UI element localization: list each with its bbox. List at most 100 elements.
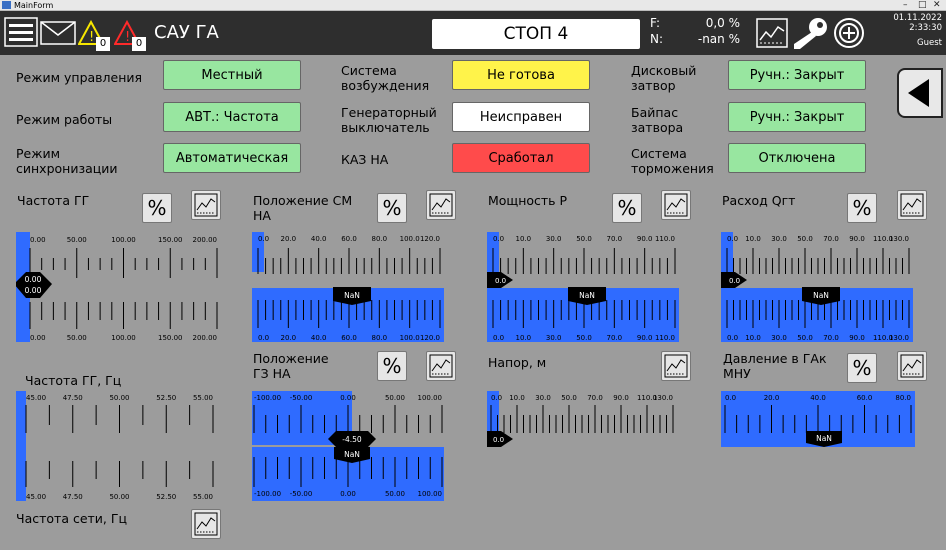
maximize-icon[interactable]: □: [918, 0, 927, 10]
tick-label: 10.0: [516, 334, 532, 342]
tick-label: 100.00: [418, 490, 443, 498]
trend-icon[interactable]: [756, 18, 788, 48]
back-arrow-icon: [908, 79, 929, 107]
gauge-head: 0.0 10.0 30.0 50.0 70.0 90.0 110.0130.00.0: [487, 391, 674, 447]
percent-button-freq-gg[interactable]: %: [142, 193, 172, 223]
tick-label: 50.0: [561, 394, 577, 402]
trend-icon: [429, 354, 453, 378]
trend-button-grid-freq[interactable]: [191, 509, 221, 539]
tick-label: 47.50: [63, 493, 83, 501]
value-operation-mode[interactable]: АВТ.: Частота: [163, 102, 301, 132]
percent-button-pressure[interactable]: %: [847, 353, 877, 383]
value-excitation[interactable]: Не готова: [452, 60, 590, 90]
tick-label: 50.0: [576, 334, 592, 342]
value-top-label: 0.00: [25, 275, 42, 284]
label-disk-gate: Дисковый затвор: [631, 63, 697, 93]
tick-label: 130.0: [653, 394, 673, 402]
tick-label: 10.0: [509, 394, 525, 402]
tick-label: 0.0: [725, 394, 736, 402]
value-gen-breaker[interactable]: Неисправен: [452, 102, 590, 132]
trend-icon: [194, 512, 218, 536]
trend-button-flow[interactable]: [897, 190, 927, 220]
value-top-label: -4.50: [342, 435, 362, 444]
tick-label: 30.0: [535, 394, 551, 402]
tick-label: 100.00: [418, 394, 443, 402]
trend-icon-line: [902, 198, 922, 211]
menu-icon[interactable]: [4, 17, 38, 47]
trend-button-power[interactable]: [661, 190, 691, 220]
trend-button-head[interactable]: [661, 351, 691, 381]
percent-button-pos-sm[interactable]: %: [377, 193, 407, 223]
app-title: САУ ГА: [154, 22, 219, 43]
value-braking[interactable]: Отключена: [728, 143, 866, 173]
percent-button-flow[interactable]: %: [847, 193, 877, 223]
tick-label: 10.0: [516, 235, 532, 243]
tick-label: 110.0: [655, 334, 675, 342]
close-icon[interactable]: ✕: [933, 0, 941, 10]
label-bypass: Байпас затвора: [631, 105, 684, 135]
value-label: 0.0: [493, 436, 504, 444]
trend-icon-line: [666, 198, 686, 211]
tick-label: 80.0: [372, 334, 388, 342]
n-label: N:: [650, 32, 664, 46]
value-pointer-label: NaN: [344, 450, 360, 459]
value-pointer-label: NaN: [579, 291, 595, 300]
percent-button-power[interactable]: %: [612, 193, 642, 223]
title-freq-gg: Частота ГГ: [17, 193, 90, 208]
value-bypass[interactable]: Ручн.: Закрыт: [728, 102, 866, 132]
trend-icon-line: [666, 359, 686, 372]
value-disk-gate[interactable]: Ручн.: Закрыт: [728, 60, 866, 90]
tick-label: 40.0: [311, 334, 327, 342]
trend-button-pos-sm[interactable]: [426, 190, 456, 220]
title-freq-gg-hz: Частота ГГ, Гц: [25, 373, 122, 388]
tick-label: 50.00: [385, 394, 405, 402]
tick-label: 60.0: [857, 394, 873, 402]
back-button[interactable]: [897, 68, 943, 118]
tick-label: 70.0: [587, 394, 603, 402]
title-flow: Расход Qгт: [722, 193, 796, 208]
tick-label: 20.0: [764, 394, 780, 402]
value-control-mode[interactable]: Местный: [163, 60, 301, 90]
tick-label: 120.0: [420, 334, 440, 342]
gauge-flow: 0.0 10.0 30.0 50.0 70.0 90.0 110.0130.00.0 10.0…: [721, 232, 913, 342]
gauge-freq-gg-hz: 45.00 47.50 50.00 52.50 55.00 45.00 47.50 50.00…: [16, 391, 214, 501]
tick-label: 70.0: [823, 235, 839, 243]
trend-icon-line: [196, 517, 216, 530]
trend-icon: [194, 193, 218, 217]
tick-label: 100.00: [111, 334, 136, 342]
key-icon[interactable]: [790, 16, 830, 50]
tick-label: 40.0: [311, 235, 327, 243]
trend-button-pressure[interactable]: [897, 351, 927, 381]
tick-label: 30.0: [546, 334, 562, 342]
mail-icon[interactable]: [40, 21, 76, 45]
window-title: MainForm: [14, 1, 54, 10]
trend-button-pos-gz[interactable]: [426, 351, 456, 381]
tick-label: 50.00: [109, 493, 129, 501]
tick-label: 20.0: [281, 235, 297, 243]
tick-label: 0.0: [258, 334, 269, 342]
tick-label: 50.00: [67, 334, 87, 342]
value-sync-mode[interactable]: Автоматическая: [163, 143, 301, 173]
trend-button-freq-gg[interactable]: [191, 190, 221, 220]
minimize-icon[interactable]: –: [903, 0, 908, 10]
tick-label: 90.0: [613, 394, 629, 402]
gauge-freq-gg: 0.00 50.00 100.00 150.00 200.00 0.00 50.00 100.…: [16, 232, 218, 342]
app-icon: [2, 1, 11, 9]
percent-button-pos-gz[interactable]: %: [377, 351, 407, 381]
gauge-pos-sm: 0.0 20.0 40.0 60.0 80.0 100.0 120.00.0 20.0 40.0…: [252, 232, 444, 342]
tick-label: 0.0: [727, 235, 738, 243]
trend-icon: [429, 193, 453, 217]
tick-label: 130.0: [889, 235, 909, 243]
logo-icon: [834, 18, 864, 48]
value-kaz[interactable]: Сработал: [452, 143, 590, 173]
value-pointer-label: NaN: [813, 291, 829, 300]
tick-label: 47.50: [63, 394, 83, 402]
tick-label: 60.0: [341, 334, 357, 342]
f-label: F:: [650, 16, 661, 30]
tick-label: 50.0: [576, 235, 592, 243]
title-pressure: Давление в ГАк МНУ: [723, 351, 827, 381]
level-bar: [16, 391, 26, 501]
warning-yellow-count: 0: [96, 37, 110, 51]
tick-label: 0.00: [340, 394, 356, 402]
tick-label: 0.00: [30, 236, 46, 244]
